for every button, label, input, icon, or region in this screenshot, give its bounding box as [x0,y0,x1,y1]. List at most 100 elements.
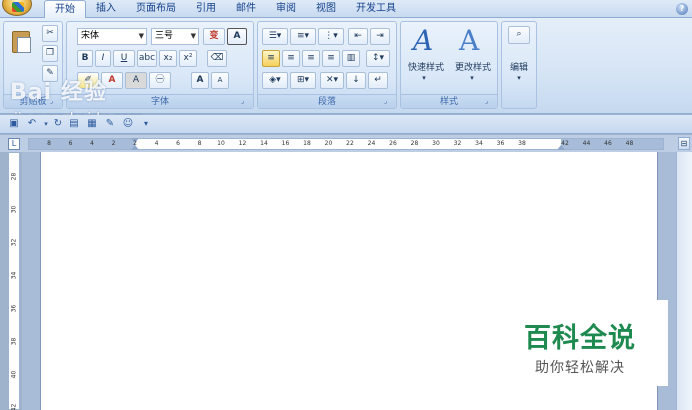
align-left-icon[interactable]: ≡ [262,50,280,67]
save-icon[interactable]: ▣ [8,118,20,130]
quick-styles-label[interactable]: 快速样式 [404,60,448,73]
group-styles: A A 快速样式 更改样式 ▾ ▾ 样式 ⌟ [400,21,498,109]
superscript-icon[interactable]: x² [179,50,197,67]
tab-selector-icon[interactable]: L [8,138,20,150]
line-spacing-icon[interactable]: ↕▾ [366,50,390,67]
enclose-char-icon[interactable]: ㊀ [149,72,171,89]
ruler-toggle-icon[interactable]: ⊟ [678,137,690,150]
vertical-ruler-tick: 28 [10,172,18,181]
bullet-list-icon[interactable]: ☰▾ [262,28,288,45]
chevron-down-icon: ▾ [517,74,521,82]
font-name-combo[interactable]: 宋体 ▼ [77,28,147,45]
ruler-tick: 4 [154,140,159,147]
font-size-combo[interactable]: 三号 ▼ [151,28,199,45]
vertical-scrollbar[interactable] [676,152,692,410]
phonetic-guide-button[interactable]: 变 [203,28,225,45]
tab-mailings[interactable]: 邮件 [226,0,266,18]
ruler-tick: 2 [133,140,137,147]
decrease-indent-icon[interactable]: ⇤ [348,28,368,45]
horizontal-ruler[interactable]: 8 6 4 2 2 4 6 8 10 12 14 16 18 20 22 24 26 28 30 32 34 36 38 42… [28,138,664,150]
office-button-icon[interactable] [2,0,32,16]
borders-icon[interactable]: ⊞▾ [290,72,316,89]
ribbon-tab-bar: 开始 插入 页面布局 引用 邮件 审阅 视图 开发工具 ? [0,0,692,19]
char-shading-button[interactable]: A [125,72,147,89]
vertical-ruler[interactable]: 28 30 32 34 36 38 40 42 [8,152,20,410]
font-size-value: 三号 [155,31,174,41]
vertical-ruler-tick: 40 [10,370,18,379]
tab-insert[interactable]: 插入 [86,0,126,18]
underline-button[interactable]: U [113,50,135,67]
ruler-tick: 12 [238,140,247,147]
shading-icon[interactable]: ◈▾ [262,72,288,89]
italic-button[interactable]: I [95,50,111,67]
justify-icon[interactable]: ≡ [322,50,340,67]
strikethrough-icon[interactable]: abc [137,50,157,67]
font-name-value: 宋体 [81,31,100,41]
tab-view[interactable]: 视图 [306,0,346,18]
undo-icon[interactable]: ↶ [26,118,38,130]
ribbon: ✂ ❐ ✎ 剪贴板 ⌟ 宋体 ▼ 三号 ▼ 变 A B I U abc x₂ x² … [0,18,692,127]
clear-format-icon[interactable]: ⌫ [207,50,227,67]
find-binoculars-icon[interactable]: ⌕ [508,26,530,44]
tab-page-layout[interactable]: 页面布局 [126,0,186,18]
change-styles-icon[interactable]: A [459,24,479,57]
grow-font-button[interactable]: A [191,72,209,89]
chevron-down-icon[interactable]: ▾ [40,118,52,130]
ruler-tick: 48 [625,140,634,147]
new-document-icon[interactable]: ▤ [68,118,80,130]
tab-developer[interactable]: 开发工具 [346,0,406,18]
ruler-tick: 8 [47,140,51,147]
align-right-icon[interactable]: ≡ [302,50,320,67]
ruler-tick: 32 [453,140,462,147]
ruler-tick: 4 [90,140,94,147]
ruler-tick: 36 [496,140,505,147]
tab-review[interactable]: 审阅 [266,0,306,18]
ruler-tick: 28 [410,140,419,147]
baike-watermark-subtitle: 助你轻松解决 [535,360,625,376]
copy-icon[interactable]: ❐ [42,45,58,62]
ruler-tick: 20 [324,140,333,147]
customize-toolbar-icon[interactable]: ▾ [140,118,152,130]
baike-watermark-title: 百科全说 [524,323,636,354]
vertical-ruler-tick: 42 [10,403,18,410]
tab-home[interactable]: 开始 [44,0,86,19]
redo-icon[interactable]: ↻ [52,118,64,130]
ruler-tick: 26 [389,140,397,147]
quick-styles-icon[interactable]: A [413,24,433,57]
cut-icon[interactable]: ✂ [42,25,58,42]
ruler-tick: 44 [582,140,591,147]
styles-launcher-icon[interactable]: ⌟ [485,97,494,106]
chinese-layout-icon[interactable]: ✕▾ [320,72,344,89]
change-styles-label[interactable]: 更改样式 [450,60,496,73]
multilevel-list-icon[interactable]: ⋮▾ [318,28,344,45]
ruler-tick: 10 [217,140,225,147]
shrink-font-button[interactable]: A [211,72,229,89]
ruler-tick: 8 [197,140,202,147]
ruler-row: L 8 6 4 2 2 4 6 8 10 12 14 16 18 20 22 24 26 28 30 32 34 36 38… [0,135,692,152]
distributed-icon[interactable]: ▥ [342,50,360,67]
subscript-icon[interactable]: x₂ [159,50,177,67]
paste-icon[interactable] [10,28,32,54]
ruler-tick: 24 [367,140,376,147]
sort-icon[interactable]: ↓ [346,72,366,89]
font-launcher-icon[interactable]: ⌟ [241,97,250,106]
char-border-button[interactable]: A [227,28,247,45]
vertical-ruler-tick: 32 [10,238,18,247]
group-paragraph: ☰▾ ≡▾ ⋮▾ ⇤ ⇥ ≡ ≡ ≡ ≡ ▥ ↕▾ ◈▾ ⊞▾ ✕▾ ↓ ↵ 段… [257,21,397,109]
vertical-ruler-tick: 38 [10,337,18,346]
increase-indent-icon[interactable]: ⇥ [370,28,390,45]
draw-table-icon[interactable]: ✎ [104,118,116,130]
show-marks-icon[interactable]: ↵ [368,72,388,89]
align-center-icon[interactable]: ≡ [282,50,300,67]
spelling-icon[interactable]: ☺ [122,118,134,130]
print-preview-icon[interactable]: ▦ [86,118,98,130]
ruler-tick: 46 [604,140,612,147]
help-icon[interactable]: ? [676,3,688,15]
ruler-left-margin [29,139,135,149]
bold-button[interactable]: B [77,50,93,67]
chevron-down-icon: ▾ [470,74,474,82]
numbered-list-icon[interactable]: ≡▾ [290,28,316,45]
editing-label[interactable]: 编辑 [502,60,536,73]
tab-references[interactable]: 引用 [186,0,226,18]
paragraph-launcher-icon[interactable]: ⌟ [384,97,393,106]
